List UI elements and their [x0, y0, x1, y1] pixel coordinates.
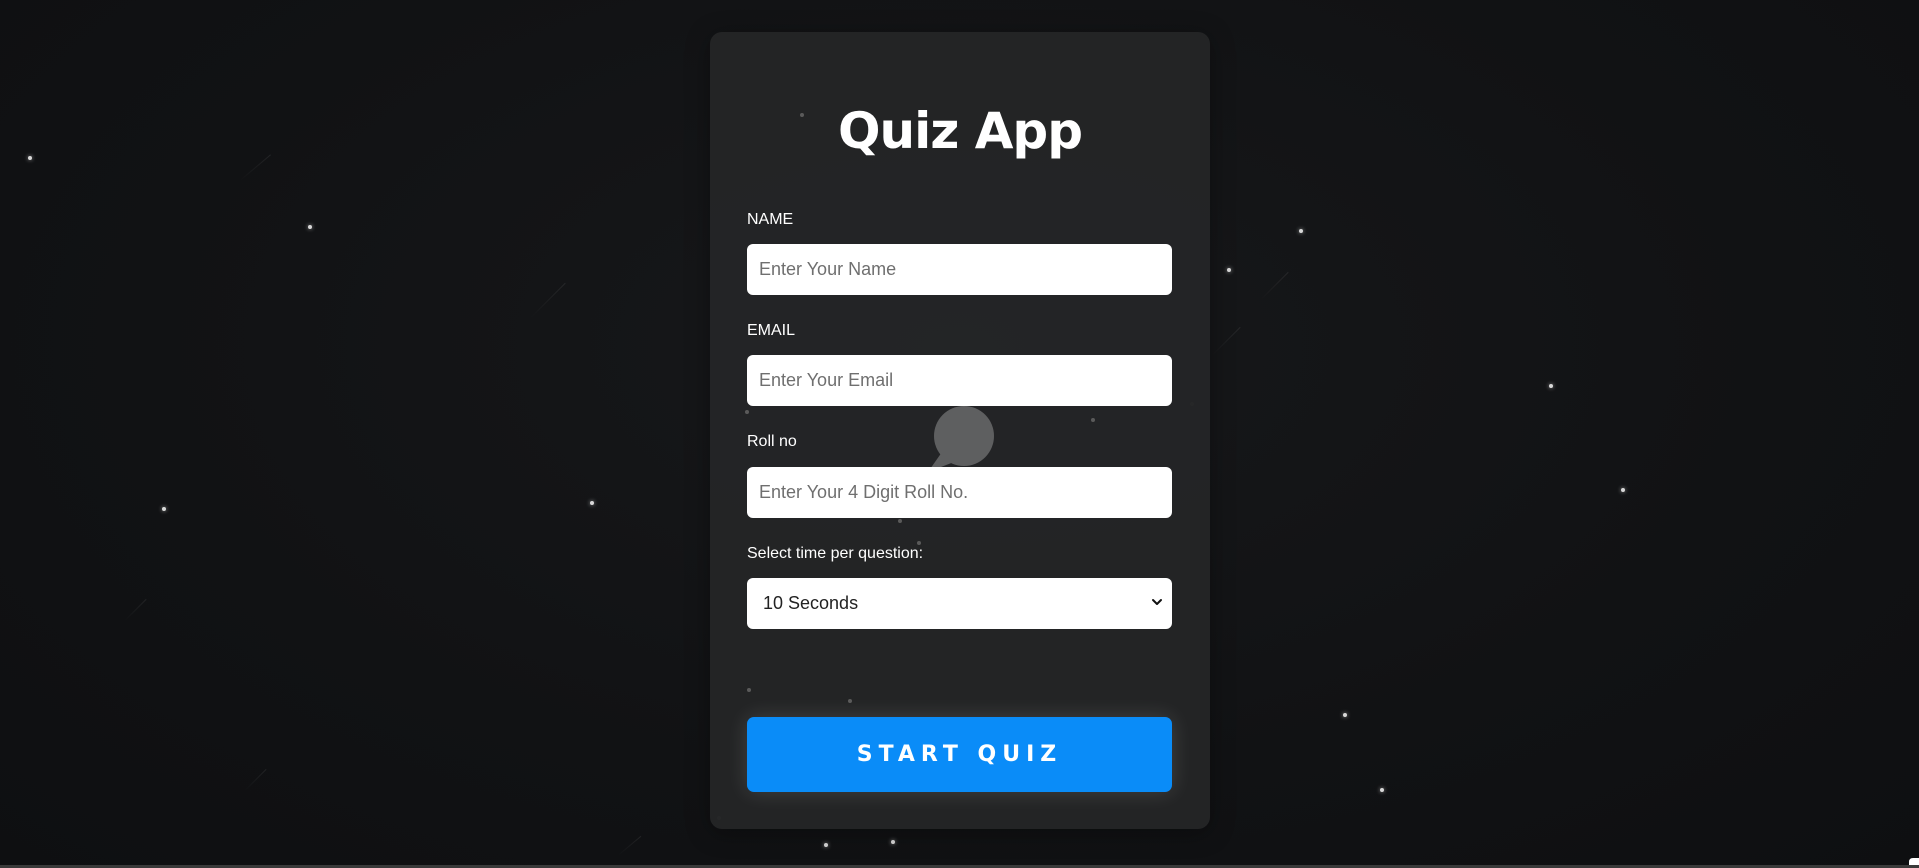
star [800, 113, 804, 117]
roll-no-label: Roll no [747, 433, 797, 450]
star [747, 688, 751, 692]
time-per-question-select[interactable]: 10 Seconds [747, 578, 1172, 629]
shooting-star-streak [529, 282, 566, 319]
star [824, 843, 828, 847]
name-input[interactable] [747, 244, 1172, 295]
star [1299, 229, 1303, 233]
page-title: Quiz App [837, 102, 1083, 160]
star [162, 507, 166, 511]
star [898, 519, 902, 523]
star [1549, 384, 1553, 388]
roll-no-input[interactable] [747, 467, 1172, 518]
star [590, 501, 594, 505]
email-label: EMAIL [747, 322, 796, 339]
chevron-down-icon [1152, 599, 1162, 605]
email-input[interactable] [747, 355, 1172, 406]
star [848, 699, 852, 703]
time-per-question-label: Select time per question: [747, 545, 924, 562]
shooting-star-streak [1211, 326, 1241, 356]
shooting-star-streak [124, 598, 147, 621]
page-background: Quiz App NAME EMAIL Roll no Select time … [0, 0, 1919, 868]
quiz-login-card: Quiz App NAME EMAIL Roll no Select time … [710, 32, 1210, 829]
star [1343, 713, 1347, 717]
shooting-star-streak [239, 154, 271, 181]
star [308, 225, 312, 229]
star [745, 410, 749, 414]
star [891, 840, 895, 844]
shooting-star-streak [1259, 271, 1289, 301]
shooting-star-streak [617, 835, 642, 856]
name-label: NAME [747, 211, 794, 228]
time-per-question-value: 10 Seconds [763, 593, 859, 613]
star [28, 156, 32, 160]
star [1621, 488, 1625, 492]
shooting-star-streak [244, 768, 267, 791]
star [1227, 268, 1231, 272]
star [1380, 788, 1384, 792]
start-quiz-button[interactable]: START QUIZ [747, 717, 1172, 792]
star [1091, 418, 1095, 422]
